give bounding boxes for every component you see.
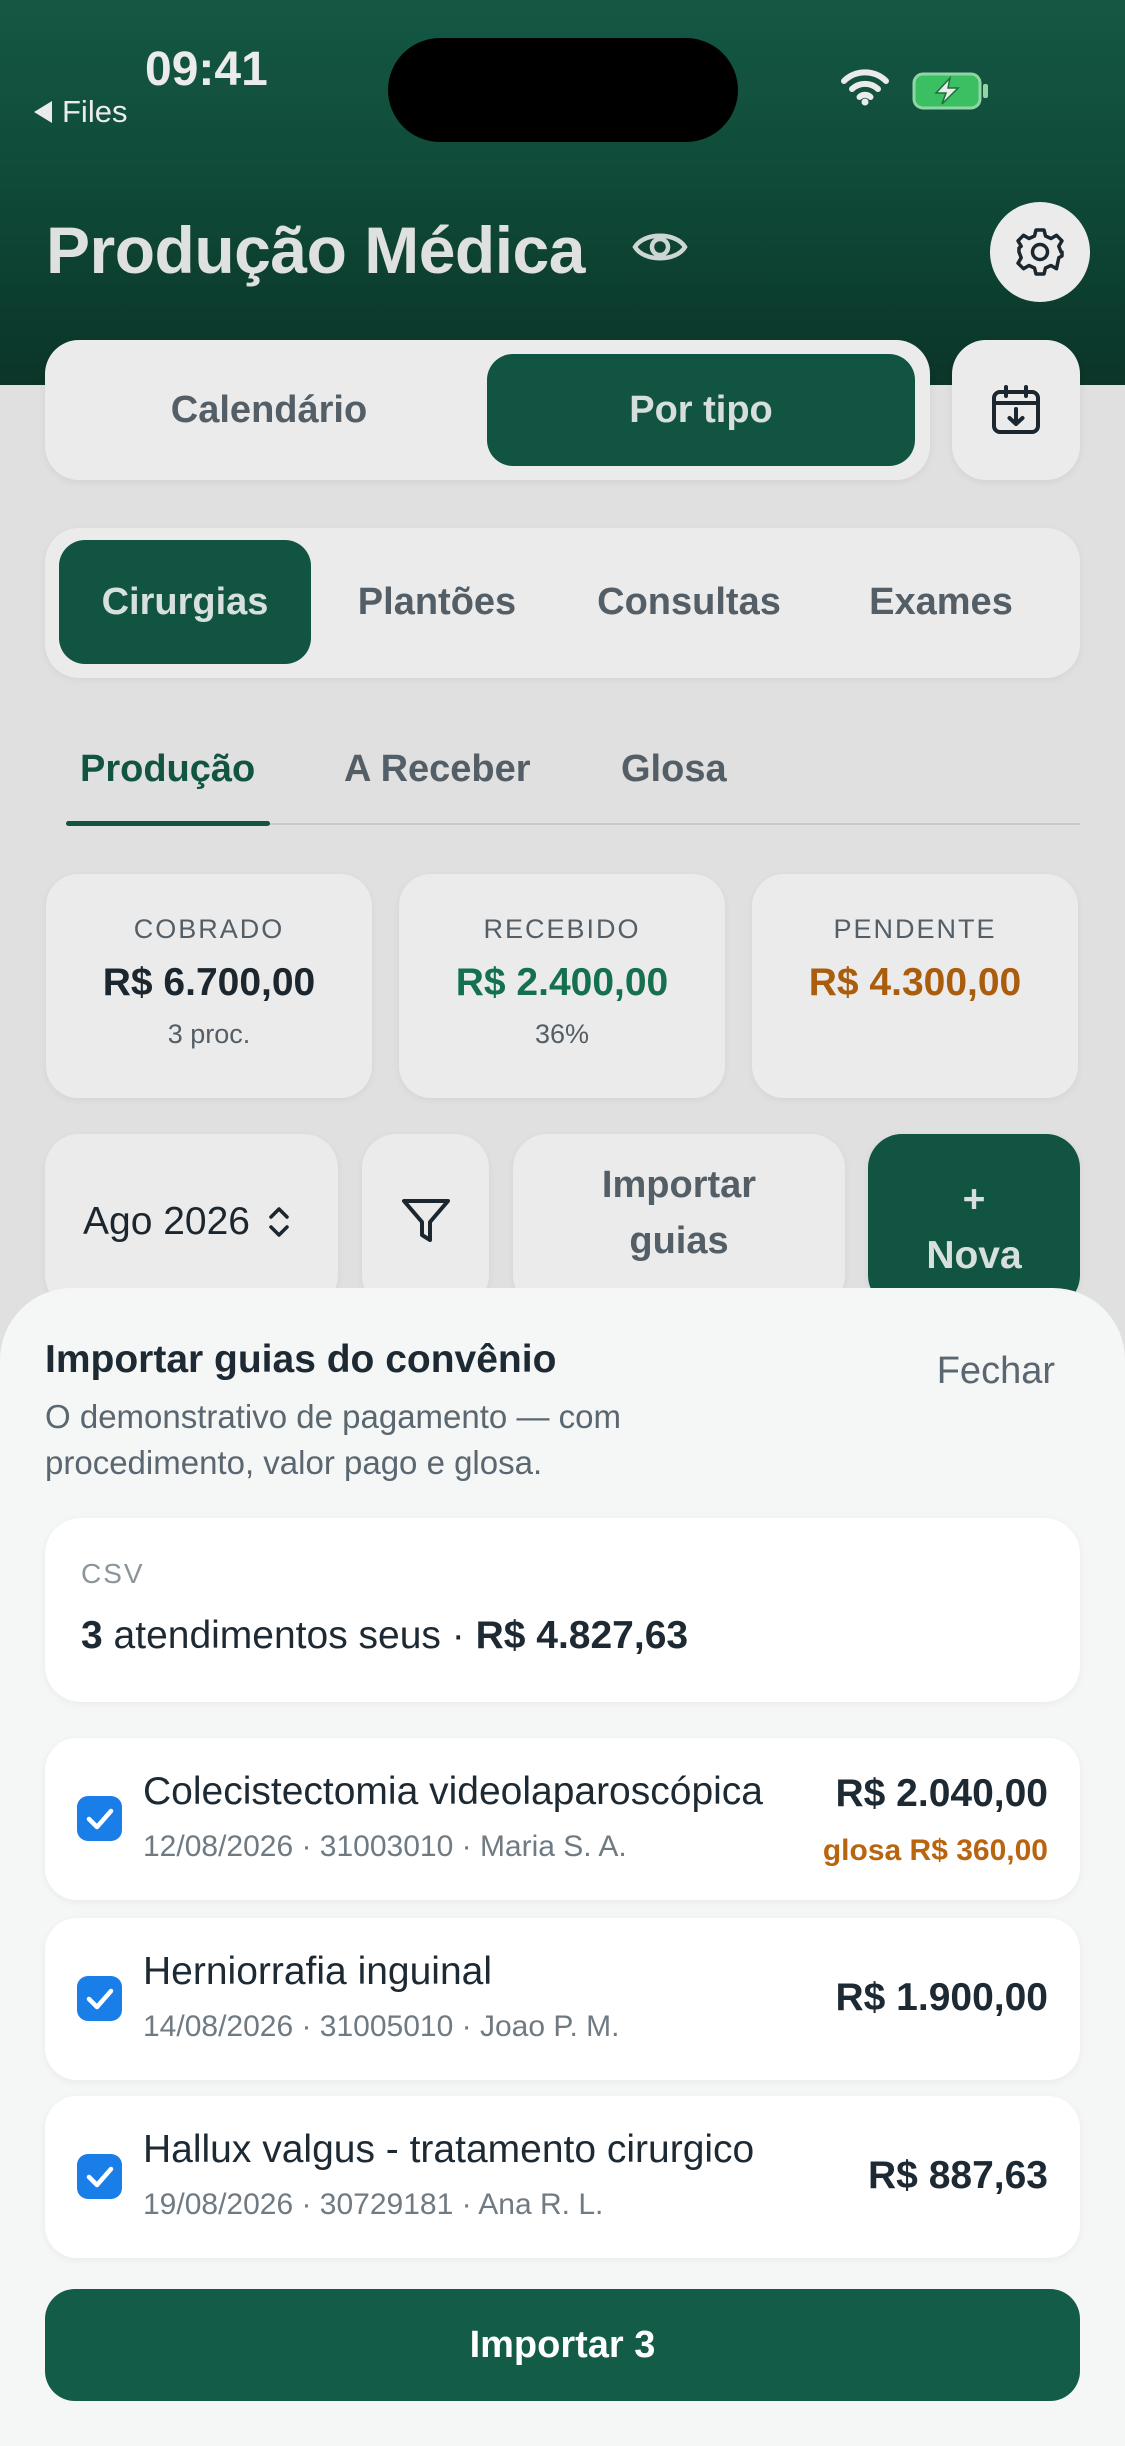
item-meta: 12/08/2026 · 31003010 · Maria S. A.	[143, 1830, 627, 1863]
file-format-tag: CSV	[81, 1558, 145, 1589]
item-title: Colecistectomia videolaparoscópica	[143, 1770, 763, 1813]
item-amount: R$ 2.040,00	[835, 1772, 1048, 1815]
summary-count: 3	[81, 1614, 103, 1657]
list-item[interactable]: Herniorrafia inguinal 14/08/2026 · 31005…	[45, 1918, 1080, 2080]
checkmark-icon	[86, 1808, 113, 1829]
checkmark-icon	[86, 1988, 113, 2009]
item-meta: 19/08/2026 · 30729181 · Ana R. L.	[143, 2188, 604, 2221]
item-meta: 14/08/2026 · 31005010 · Joao P. M.	[143, 2010, 620, 2043]
item-amount: R$ 887,63	[868, 2154, 1048, 2197]
item-checkbox[interactable]	[77, 1796, 122, 1841]
item-checkbox[interactable]	[77, 2154, 122, 2199]
sheet-subtitle: O demonstrativo de pagamento — com proce…	[45, 1398, 621, 1481]
item-glosa: glosa R$ 360,00	[822, 1834, 1048, 1867]
import-summary-card: CSV 3 atendimentos seus · R$ 4.827,63	[45, 1518, 1080, 1702]
summary-line: 3 atendimentos seus · R$ 4.827,63	[81, 1614, 688, 1658]
checkmark-icon	[86, 2166, 113, 2187]
item-checkbox[interactable]	[77, 1976, 122, 2021]
summary-total: R$ 4.827,63	[475, 1614, 689, 1657]
list-item[interactable]: Hallux valgus - tratamento cirurgico 19/…	[45, 2096, 1080, 2258]
item-amount: R$ 1.900,00	[835, 1976, 1048, 2019]
summary-count-text: atendimentos seus ·	[102, 1614, 476, 1657]
close-button[interactable]: Fechar	[937, 1350, 1055, 1393]
item-title: Herniorrafia inguinal	[143, 1950, 493, 1993]
list-item[interactable]: Colecistectomia videolaparoscópica 12/08…	[45, 1738, 1080, 1900]
import-sheet: Importar guias do convênio O demonstrati…	[0, 1288, 1125, 2446]
sheet-title: Importar guias do convênio	[45, 1338, 557, 1381]
confirm-import-button[interactable]: Importar 3	[45, 2289, 1080, 2401]
item-title: Hallux valgus - tratamento cirurgico	[143, 2128, 755, 2171]
